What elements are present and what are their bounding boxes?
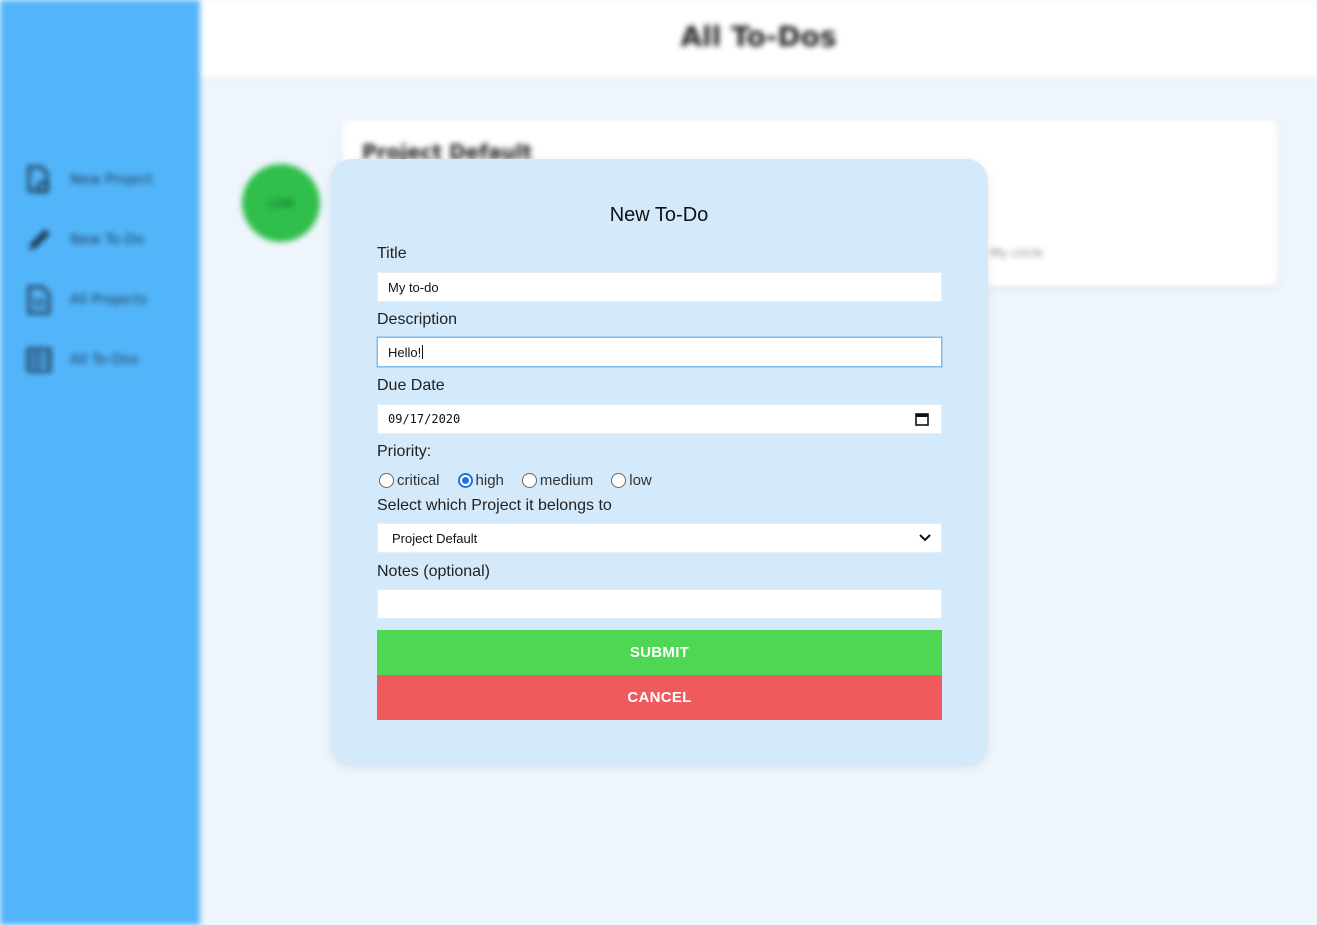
priority-option-medium[interactable]: medium [521,472,594,489]
modal-title: New To-Do [609,204,709,226]
sidebar: New Project New To-Do All Projects All T… [0,0,200,925]
project-select-label: Select which Project it belongs to [377,497,612,514]
project-select-value: Project Default [392,530,478,546]
notes-input[interactable] [377,589,942,619]
sidebar-item-label: All Projects [70,292,147,308]
description-input-value: Hello! [388,344,422,360]
due-date-label: Due Date [377,377,445,394]
radio-label: high [475,472,504,489]
radio-high[interactable] [457,473,473,488]
sidebar-item-label: New Project [70,172,153,188]
chevron-down-icon [919,532,931,544]
description-input[interactable]: Hello! [377,337,942,367]
priority-option-critical[interactable]: critical [379,472,440,489]
document-icon [24,285,54,315]
sidebar-item-all-todos[interactable]: All To-Dos [24,330,153,390]
radio-critical[interactable] [379,473,394,488]
sidebar-item-all-projects[interactable]: All Projects [24,270,153,330]
radio-low[interactable] [611,473,627,488]
title-input-value: My to-do [388,279,439,295]
due-date-input[interactable]: 09/17/2020 [377,404,942,434]
sidebar-item-new-todo[interactable]: New To-Do [24,210,153,270]
new-project-icon [24,165,54,195]
title-input[interactable]: My to-do [377,272,942,302]
grid-icon [24,345,54,375]
priority-label: Priority: [377,443,432,460]
sidebar-item-new-project[interactable]: New Project [24,150,153,210]
sidebar-item-label: New To-Do [70,232,145,248]
cancel-button[interactable]: CANCEL [377,675,942,720]
notes-label: Notes (optional) [377,563,490,580]
calendar-icon[interactable] [915,411,931,427]
project-select[interactable]: Project Default [377,523,942,553]
card-detail-text: My circle [990,246,1044,260]
radio-label: low [629,472,652,489]
sidebar-nav: New Project New To-Do All Projects All T… [24,150,153,390]
new-todo-modal: New To-Do Title My to-do Description Hel… [330,159,988,766]
radio-label: medium [539,472,594,489]
priority-option-high[interactable]: high [457,472,504,489]
due-date-value: 09/17/2020 [388,412,461,426]
sidebar-item-label: All To-Dos [70,352,139,368]
priority-radio-group: critical high medium low [379,472,664,489]
priority-option-low[interactable]: low [611,472,652,489]
title-label: Title [377,245,407,262]
pencil-icon [24,225,54,255]
radio-medium[interactable] [521,473,537,488]
page-title: All To-Dos [680,20,837,53]
radio-label: critical [397,472,440,489]
status-badge: LOW [242,164,320,242]
submit-button[interactable]: SUBMIT [377,630,942,675]
description-label: Description [377,311,458,328]
text-caret [422,345,424,359]
page-header: All To-Dos [200,0,1317,78]
